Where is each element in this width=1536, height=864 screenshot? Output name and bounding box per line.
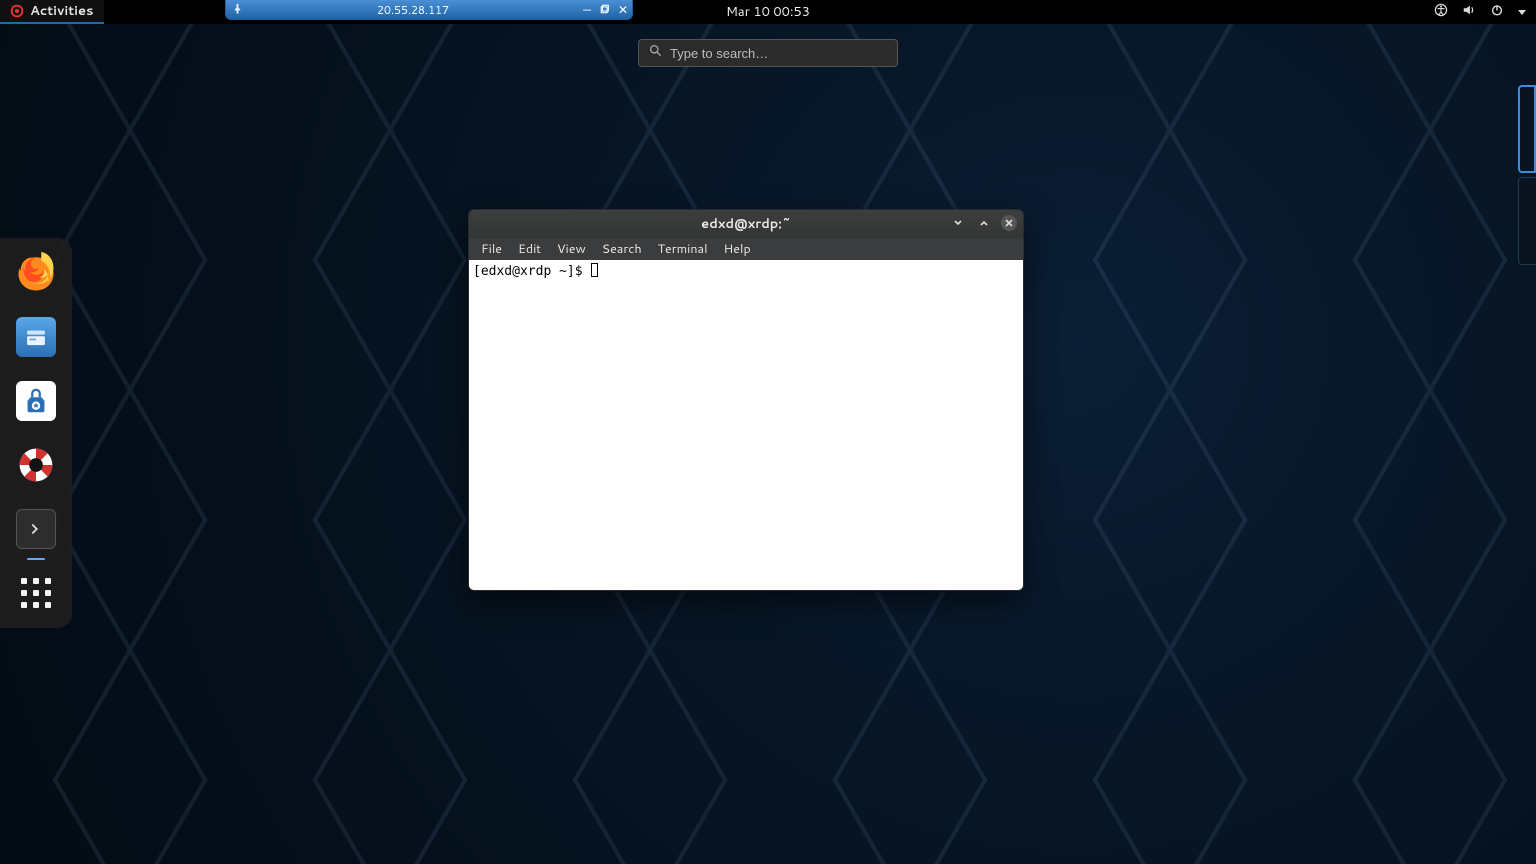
menu-help[interactable]: Help: [718, 238, 757, 260]
overview-search[interactable]: [638, 39, 898, 67]
menu-search[interactable]: Search: [596, 238, 648, 260]
terminal-icon: [16, 509, 56, 549]
activities-label: Activities: [30, 2, 94, 20]
show-applications-button[interactable]: [9, 566, 63, 620]
rdp-close-button[interactable]: ✕: [614, 1, 632, 18]
menu-terminal[interactable]: Terminal: [652, 238, 714, 260]
workspace-switcher: [1518, 85, 1536, 265]
terminal-menubar: File Edit View Search Terminal Help: [469, 238, 1023, 260]
menu-view[interactable]: View: [551, 238, 592, 260]
rdp-address: 20.55.28.117: [248, 2, 578, 18]
dash-app-software[interactable]: [9, 374, 63, 428]
lifebuoy-icon: [16, 445, 56, 485]
dash-app-terminal[interactable]: [9, 502, 63, 556]
rdp-minimize-button[interactable]: —: [578, 1, 596, 18]
volume-icon: [1462, 3, 1476, 22]
terminal-window[interactable]: edxd@xrdp:~ File Edit View Search Termin…: [468, 209, 1024, 591]
workspace-thumbnail-2[interactable]: [1518, 177, 1536, 265]
firefox-icon: [15, 252, 57, 294]
window-minimize-button[interactable]: [949, 214, 967, 232]
dash: [0, 238, 72, 628]
rdp-connection-bar[interactable]: 20.55.28.117 — ✕: [225, 0, 633, 20]
menu-file[interactable]: File: [475, 238, 508, 260]
menu-edit[interactable]: Edit: [512, 238, 547, 260]
panel-clock[interactable]: Mar 10 00:53: [726, 3, 810, 21]
dash-app-help[interactable]: [9, 438, 63, 492]
accessibility-icon: [1434, 3, 1448, 22]
software-icon: [16, 381, 56, 421]
activities-icon: [10, 4, 24, 18]
chevron-down-icon: [1518, 10, 1526, 15]
terminal-prompt: [edxd@xrdp ~]$: [473, 264, 590, 279]
power-icon: [1490, 3, 1504, 22]
files-icon: [16, 317, 56, 357]
terminal-titlebar[interactable]: edxd@xrdp:~: [469, 210, 1023, 238]
terminal-body[interactable]: [edxd@xrdp ~]$: [469, 260, 1023, 590]
terminal-title: edxd@xrdp:~: [701, 215, 791, 233]
running-indicator: [27, 558, 45, 560]
rdp-restore-button[interactable]: [596, 1, 614, 18]
search-icon: [649, 44, 662, 62]
workspace-thumbnail-1[interactable]: [1518, 85, 1536, 173]
apps-grid-icon: [21, 578, 51, 608]
dash-app-files[interactable]: [9, 310, 63, 364]
status-area[interactable]: [1434, 3, 1536, 22]
dash-app-firefox[interactable]: [9, 246, 63, 300]
window-maximize-button[interactable]: [975, 214, 993, 232]
window-close-button[interactable]: [1001, 215, 1017, 231]
terminal-cursor: [591, 263, 598, 277]
rdp-pin-button[interactable]: [226, 2, 248, 18]
search-input[interactable]: [670, 46, 887, 61]
activities-button[interactable]: Activities: [0, 0, 104, 24]
